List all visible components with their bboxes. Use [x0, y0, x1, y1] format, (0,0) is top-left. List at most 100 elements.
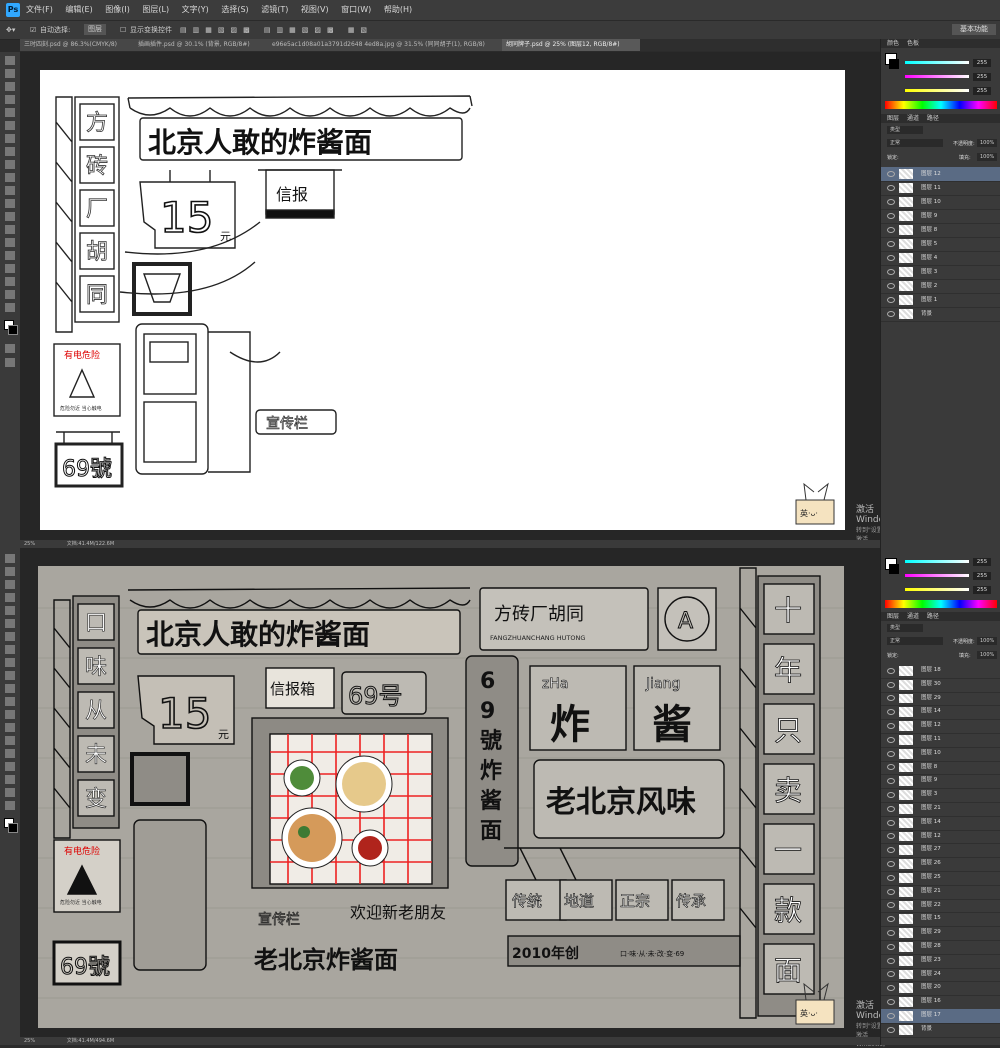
layer-row[interactable]: 图层 12: [881, 167, 1000, 182]
type-tool-icon[interactable]: [5, 251, 15, 260]
layer-row[interactable]: 图层 22: [881, 899, 1000, 914]
tab-paths[interactable]: 路径: [927, 613, 939, 620]
layer-row[interactable]: 图层 8: [881, 761, 1000, 776]
layer-row[interactable]: 图层 12: [881, 719, 1000, 734]
eye-icon[interactable]: [887, 185, 895, 191]
fill-value[interactable]: 100%: [977, 153, 998, 161]
eye-icon[interactable]: [887, 681, 895, 688]
zoom-tool-icon[interactable]: [5, 303, 15, 312]
auto-select-checkbox[interactable]: ☑: [30, 21, 36, 39]
tab-layers[interactable]: 图层: [887, 115, 899, 122]
eye-icon[interactable]: [887, 943, 895, 950]
eye-icon[interactable]: [887, 283, 895, 289]
layer-row[interactable]: 图层 23: [881, 954, 1000, 969]
crop-tool-icon[interactable]: [5, 606, 15, 615]
tab-paths[interactable]: 路径: [927, 115, 939, 122]
eye-icon[interactable]: [887, 916, 895, 923]
layer-row[interactable]: 图层 11: [881, 733, 1000, 748]
history-brush-icon[interactable]: [5, 671, 15, 680]
layer-row[interactable]: 图层 14: [881, 705, 1000, 721]
eye-icon[interactable]: [887, 985, 895, 992]
layer-row[interactable]: 图层 18: [881, 664, 1000, 679]
pen-tool-icon[interactable]: [5, 238, 15, 247]
gradient-icon[interactable]: [5, 199, 15, 208]
eye-icon[interactable]: [887, 695, 895, 702]
layer-row[interactable]: 图层 27: [881, 843, 1000, 859]
shape-tool-icon[interactable]: [5, 277, 15, 286]
layer-row[interactable]: 图层 1: [881, 293, 1000, 308]
brush-tool-icon[interactable]: [5, 645, 15, 654]
zoom-tool-icon[interactable]: [5, 801, 15, 810]
eye-icon[interactable]: [887, 171, 895, 177]
pen-tool-icon[interactable]: [5, 736, 15, 745]
eye-icon[interactable]: [887, 297, 895, 303]
menu-help[interactable]: 帮助(H): [384, 5, 412, 14]
path-select-icon[interactable]: [5, 762, 15, 771]
doc-size[interactable]: 文档:41.4M/494.6M: [67, 1038, 114, 1044]
eye-icon[interactable]: [887, 269, 895, 275]
menu-image[interactable]: 图像(I): [105, 5, 130, 14]
menu-layer[interactable]: 图层(L): [142, 5, 169, 14]
clone-stamp-icon[interactable]: [5, 658, 15, 667]
layer-row[interactable]: 图层 12: [881, 830, 1000, 845]
layer-row[interactable]: 图层 5: [881, 237, 1000, 252]
lasso-tool-icon[interactable]: [5, 82, 15, 91]
green-value[interactable]: 255: [973, 73, 991, 81]
layer-row[interactable]: 图层 2: [881, 279, 1000, 294]
zoom-level[interactable]: 25%: [24, 541, 35, 547]
eye-icon[interactable]: [887, 311, 895, 317]
eye-icon[interactable]: [887, 874, 895, 881]
fill-value[interactable]: 100%: [977, 651, 998, 659]
blue-value[interactable]: 255: [973, 586, 991, 594]
eye-icon[interactable]: [887, 255, 895, 261]
layer-kind-filter[interactable]: 类型: [887, 624, 923, 632]
opacity-value[interactable]: 100%: [977, 637, 998, 645]
eye-icon[interactable]: [887, 971, 895, 978]
color-spectrum[interactable]: [885, 101, 997, 109]
eye-icon[interactable]: [887, 805, 895, 812]
layer-row[interactable]: 图层 17: [881, 1009, 1000, 1024]
layer-row[interactable]: 图层 16: [881, 995, 1000, 1010]
tab-doc-1[interactable]: 三时四刻.psd @ 86.3%(CMYK/8): [20, 39, 138, 51]
path-select-icon[interactable]: [5, 264, 15, 273]
blue-slider[interactable]: [905, 89, 969, 92]
background-color-swatch[interactable]: [8, 823, 18, 833]
magic-wand-icon[interactable]: [5, 593, 15, 602]
layer-row[interactable]: 图层 26: [881, 857, 1000, 872]
blend-mode-select[interactable]: 正常: [887, 637, 943, 645]
color-spectrum[interactable]: [885, 600, 997, 608]
canvas-area[interactable]: 北京人敢的炸酱面 15 元 信报 方 砖 厂 胡 同 有电危险 危险勿近 当心触…: [20, 52, 896, 552]
doc-size[interactable]: 文档:41.4M/122.6M: [67, 541, 114, 547]
hand-tool-icon[interactable]: [5, 788, 15, 797]
background-color-swatch[interactable]: [8, 325, 18, 335]
layer-row[interactable]: 图层 3: [881, 788, 1000, 803]
healing-brush-icon[interactable]: [5, 134, 15, 143]
layer-row[interactable]: 图层 25: [881, 871, 1000, 886]
eye-icon[interactable]: [887, 999, 895, 1006]
eyedropper-icon[interactable]: [5, 619, 15, 628]
canvas-sketch-line-art[interactable]: 北京人敢的炸酱面 15 元 信报 方 砖 厂 胡 同 有电危险 危险勿近 当心触…: [20, 52, 880, 540]
brush-tool-icon[interactable]: [5, 147, 15, 156]
layer-row[interactable]: 图层 11: [881, 181, 1000, 196]
eye-icon[interactable]: [887, 199, 895, 205]
blur-icon[interactable]: [5, 710, 15, 719]
align-icons[interactable]: ▤▥▦▧▨▩ ▤▥▦▧▨▩ ▦▧: [180, 21, 373, 39]
move-tool-icon[interactable]: ✥▾: [6, 21, 15, 39]
eraser-icon[interactable]: [5, 186, 15, 195]
eye-icon[interactable]: [887, 213, 895, 219]
move-tool-icon[interactable]: [5, 554, 15, 563]
eye-icon[interactable]: [887, 902, 895, 909]
menu-filter[interactable]: 滤镜(T): [261, 5, 288, 14]
eye-icon[interactable]: [887, 750, 895, 757]
eye-icon[interactable]: [887, 778, 895, 785]
eye-icon[interactable]: [887, 764, 895, 771]
eye-icon[interactable]: [887, 241, 895, 247]
auto-select-dropdown[interactable]: 图层: [84, 24, 106, 35]
layer-row[interactable]: 图层 20: [881, 981, 1000, 997]
eye-icon[interactable]: [887, 930, 895, 937]
move-tool-icon[interactable]: [5, 56, 15, 65]
red-slider[interactable]: [905, 560, 969, 563]
layer-row[interactable]: 图层 21: [881, 802, 1000, 817]
magic-wand-icon[interactable]: [5, 95, 15, 104]
eye-icon[interactable]: [887, 723, 895, 730]
